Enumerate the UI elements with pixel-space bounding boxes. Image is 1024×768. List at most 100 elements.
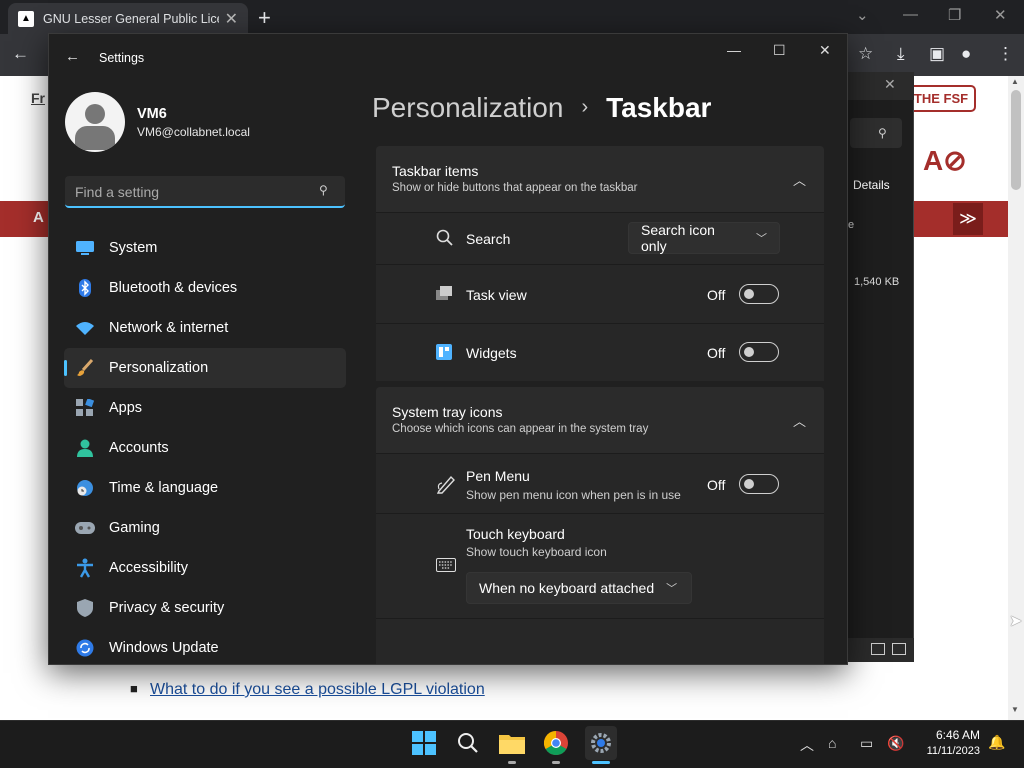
settings-nav: System Bluetooth & devices Network & int… [64,228,346,664]
settings-gear-icon[interactable] [585,726,617,760]
close-icon[interactable]: ✕ [225,9,238,29]
dropdown-value: Search icon only [641,222,715,254]
touch-keyboard-dropdown[interactable]: When no keyboard attached ﹀ [466,572,692,604]
nav-item-bluetooth[interactable]: Bluetooth & devices [64,268,346,308]
nav-item-time-language[interactable]: Time & language [64,468,346,508]
close-icon[interactable]: ✕ [884,76,896,93]
toggle-knob [744,479,754,489]
taskbar-items-header[interactable]: Taskbar items Show or hide buttons that … [376,146,824,212]
back-arrow-icon[interactable]: ← [12,44,29,64]
pen-menu-toggle[interactable] [739,474,779,494]
nav-expand-button[interactable]: ≫ [953,203,983,235]
minimize-icon[interactable]: — [727,42,741,58]
mouse-cursor-icon: ➤ [1009,613,1023,630]
avatar-body [75,126,115,150]
wifi-icon [74,317,96,339]
nav-item-accounts[interactable]: Accounts [64,428,346,468]
nav-item-system[interactable]: System [64,228,346,268]
page-link-partial[interactable]: Fr [31,90,45,106]
more-icon[interactable]: ⋮ [997,44,1014,64]
keyboard-icon [436,558,456,577]
task-view-row: Task view Off [376,264,824,323]
profile-icon[interactable]: ● [961,44,971,64]
download-icon[interactable]: ⤓ [897,44,905,64]
chrome-icon[interactable] [541,728,571,758]
nav-item-accessibility[interactable]: Accessibility [64,548,346,588]
start-icon[interactable] [409,728,439,758]
lgpl-violation-link[interactable]: What to do if you see a possible LGPL vi… [150,681,485,699]
nav-item-personalization[interactable]: Personalization [64,348,346,388]
chevron-up-icon[interactable]: ︿ [800,735,814,755]
scrollbar-thumb[interactable] [1011,90,1021,190]
section-title: System tray icons [392,404,503,420]
page-nav-partial: A [33,209,44,226]
sidepanel-icon[interactable]: ▣ [929,44,945,64]
close-icon[interactable]: ✕ [994,6,1007,24]
task-view-toggle[interactable] [739,284,779,304]
row-label: Search [466,231,511,247]
details-button[interactable]: Details [853,178,890,192]
star-icon[interactable]: ☆ [858,44,873,64]
minimize-icon[interactable]: — [903,6,918,23]
search-mode-dropdown[interactable]: Search icon only ﹀ [628,222,780,254]
brush-icon [74,357,96,379]
restore-icon[interactable]: ❐ [948,6,961,24]
system-tray-header[interactable]: System tray icons Choose which icons can… [376,387,824,453]
back-arrow-icon[interactable]: ← [65,48,80,65]
toggle-state: Off [707,287,726,303]
section-subtitle: Show or hide buttons that appear on the … [392,182,638,194]
download-column-partial: e [848,219,855,231]
nav-item-network[interactable]: Network & internet [64,308,346,348]
settings-titlebar: ← Settings — ☐ ✕ [49,34,847,80]
toggle-knob [744,289,754,299]
nav-item-apps[interactable]: Apps [64,388,346,428]
close-icon[interactable]: ✕ [819,42,831,59]
volume-muted-icon[interactable]: 🔇 [887,735,904,752]
downloads-search[interactable] [850,118,902,148]
display-icon[interactable]: ▭ [860,735,873,752]
list-view-icon[interactable] [871,643,885,655]
active-indicator [592,761,610,764]
search-icon: ⚲ [319,183,328,197]
search-input[interactable] [75,184,305,200]
avatar[interactable] [65,92,125,152]
chevron-up-icon[interactable]: ︿ [793,411,806,430]
nav-item-gaming[interactable]: Gaming [64,508,346,548]
search-row: Search Search icon only ﹀ [376,212,824,264]
widgets-icon [436,344,452,365]
file-explorer-icon[interactable] [497,728,527,758]
chevron-down-icon[interactable]: ⌄ [856,6,869,24]
bluetooth-icon [74,277,96,299]
settings-search[interactable]: ⚲ [65,176,345,208]
settings-window: ← Settings — ☐ ✕ VM6 VM6@collabnet.local… [48,33,848,665]
maximize-icon[interactable]: ☐ [773,42,786,59]
network-offline-icon[interactable]: ⌂ [828,735,836,751]
scroll-up-icon[interactable]: ▲ [1011,77,1019,86]
row-label: Widgets [466,345,517,361]
chevron-up-icon[interactable]: ︿ [793,170,806,189]
clock-date[interactable]: 11/11/2023 [912,745,980,757]
gnu-favicon-icon: ▲ [18,10,34,27]
tile-view-icon[interactable] [892,643,906,655]
apps-icon [74,397,96,419]
nav-label: Network & internet [109,320,229,336]
nav-item-windows-update[interactable]: Windows Update [64,628,346,664]
search-icon[interactable] [453,728,483,758]
chevron-down-icon: ﹀ [666,583,678,595]
breadcrumb-parent[interactable]: Personalization [372,92,563,123]
touch-keyboard-row: Touch keyboard Show touch keyboard icon … [376,513,824,618]
nav-label: Accounts [109,440,169,456]
scroll-down-icon[interactable]: ▼ [1011,705,1019,714]
widgets-toggle[interactable] [739,342,779,362]
clock-time[interactable]: 6:46 AM [918,728,980,742]
globe-clock-icon [74,477,96,499]
notification-bell-icon[interactable]: 🔔 [988,734,1005,751]
window-title: Settings [99,51,145,65]
fsf-button[interactable]: THE FSF [906,85,976,112]
nav-label: Personalization [109,360,209,376]
nav-item-privacy-security[interactable]: Privacy & security [64,588,346,628]
shield-icon [74,597,96,619]
browser-tab[interactable]: ▲ GNU Lesser General Public Licen ✕ [8,3,248,34]
new-tab-icon[interactable]: + [258,5,271,31]
breadcrumb-separator: › [581,96,589,118]
